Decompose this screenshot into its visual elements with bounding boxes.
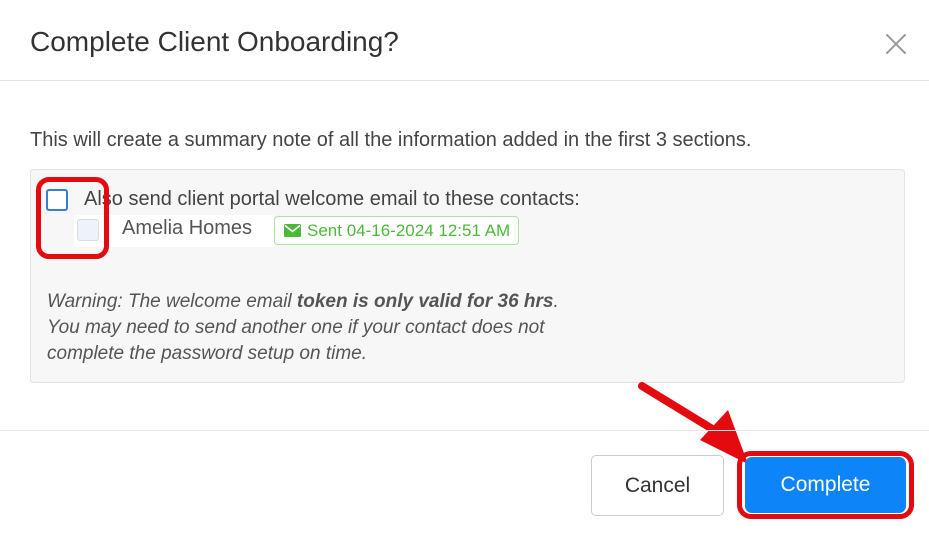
dialog-header: Complete Client Onboarding? — [0, 0, 929, 81]
sent-status-text: Sent 04-16-2024 12:51 AM — [307, 220, 511, 240]
sent-status-badge: Sent 04-16-2024 12:51 AM — [274, 216, 520, 245]
warning-line-2: You may need to send another one if your… — [47, 317, 545, 338]
token-warning: Warning: The welcome email token is only… — [47, 289, 559, 367]
envelope-icon — [284, 224, 301, 237]
warning-prefix: Warning: The welcome email — [47, 291, 297, 312]
warning-suffix: . — [553, 291, 559, 312]
intro-text: This will create a summary note of all t… — [30, 129, 752, 151]
warning-line-3: complete the password setup on time. — [47, 343, 368, 364]
complete-button[interactable]: Complete — [745, 457, 906, 513]
dialog-title: Complete Client Onboarding? — [30, 26, 399, 57]
cancel-button[interactable]: Cancel — [591, 455, 724, 516]
onboarding-dialog: Complete Client Onboarding? This will cr… — [0, 0, 929, 533]
close-icon — [886, 34, 906, 54]
send-welcome-label[interactable]: Also send client portal welcome email to… — [84, 188, 580, 211]
highlight-checkbox-box — [36, 177, 109, 259]
contact-name: Amelia Homes — [122, 217, 253, 239]
close-button[interactable] — [882, 30, 910, 58]
warning-emphasis: token is only valid for 36 hrs — [296, 291, 554, 312]
